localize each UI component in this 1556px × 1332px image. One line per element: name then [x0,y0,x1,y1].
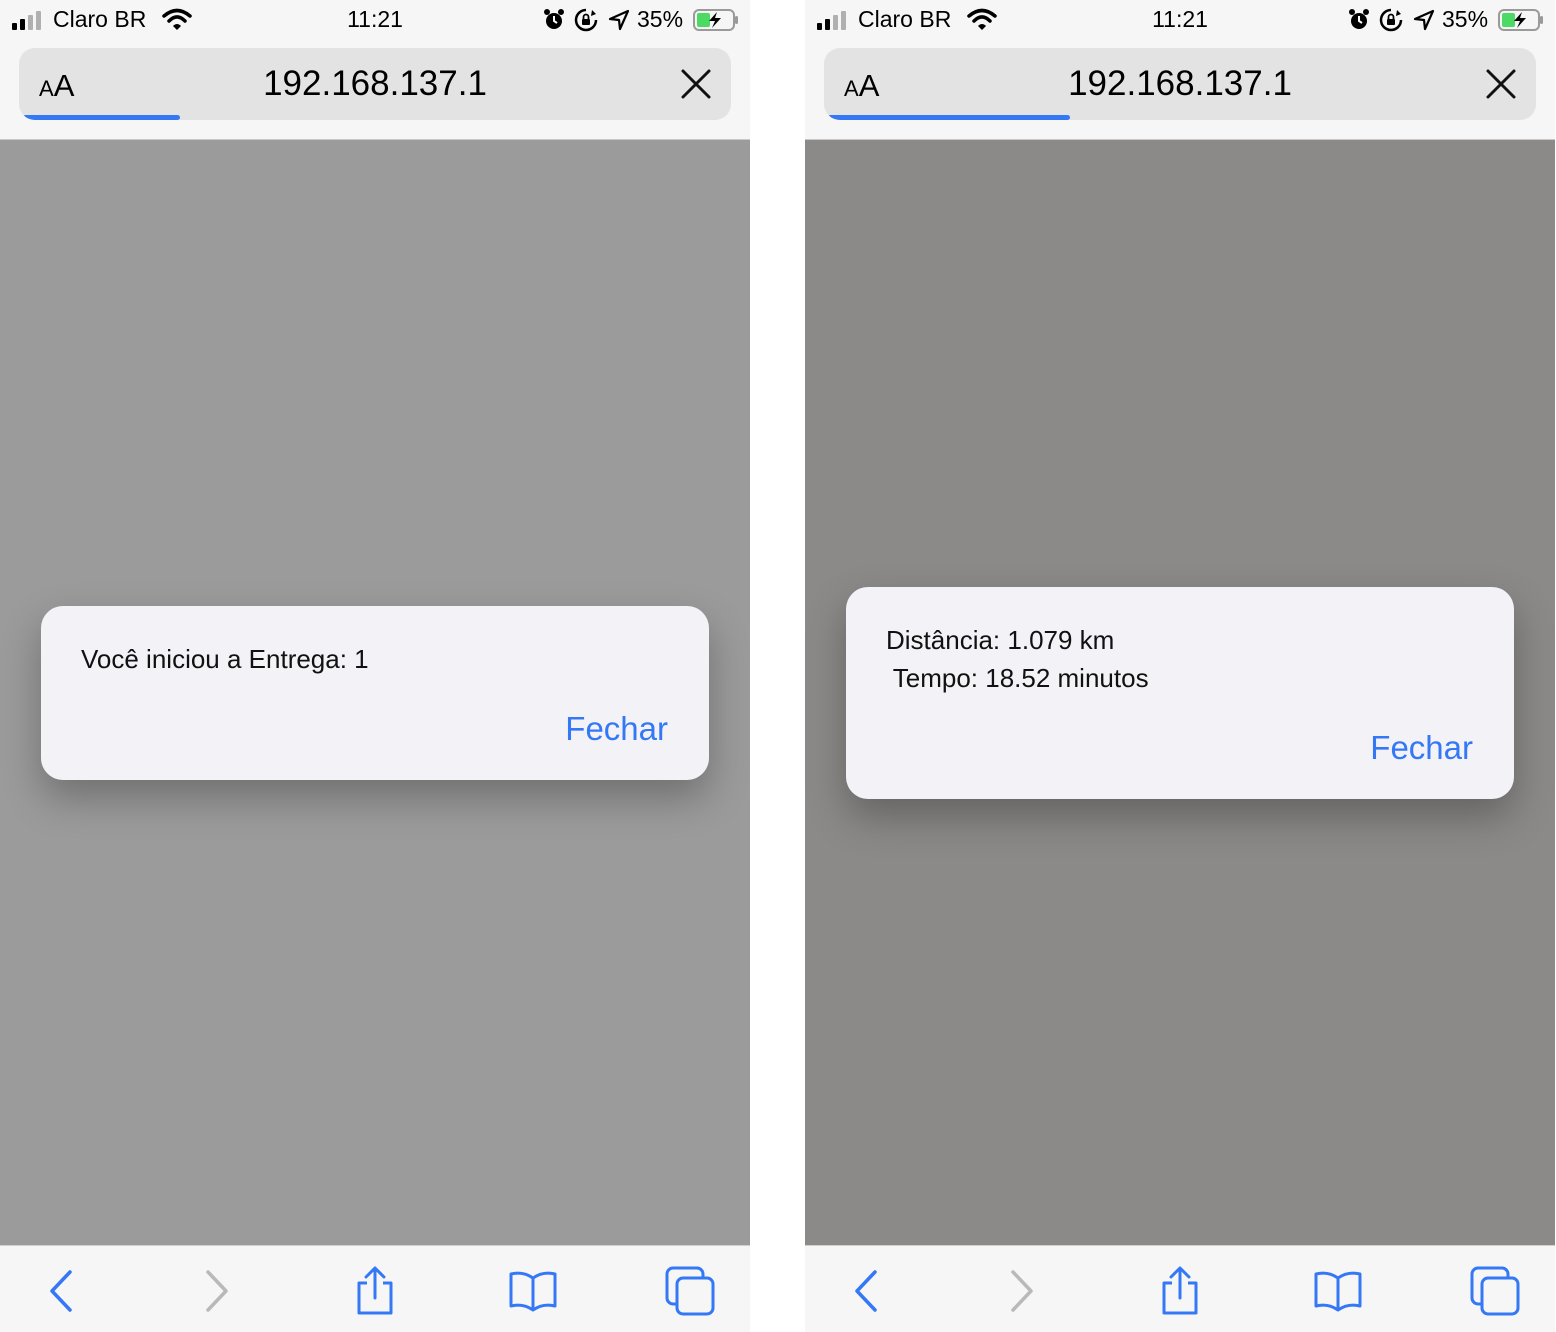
alert-dialog: Distância: 1.079 km Tempo: 18.52 minutos… [846,587,1514,799]
url-text[interactable]: 192.168.137.1 [19,64,731,104]
phone-screen-right: Claro BR 11:21 35% AA 192.168.137.1 Dist… [805,0,1555,1332]
page-load-progress [23,115,180,120]
battery-charging-icon [1498,9,1543,31]
bookmarks-icon[interactable] [1313,1266,1363,1316]
location-arrow-icon [608,9,630,31]
battery-charging-icon [693,9,738,31]
browser-toolbar [805,1245,1555,1332]
share-icon[interactable] [350,1266,400,1316]
alarm-icon [544,9,564,29]
close-icon[interactable] [1484,67,1518,101]
rotation-lock-icon [574,8,598,32]
address-bar[interactable]: AA 192.168.137.1 [824,48,1536,120]
battery-percentage: 35% [1442,6,1489,32]
location-arrow-icon [1413,9,1435,31]
alert-dialog: Você iniciou a Entrega: 1 Fechar [41,606,709,780]
back-icon[interactable] [841,1266,891,1316]
alert-message: Você iniciou a Entrega: 1 [81,644,369,674]
page-load-progress [828,115,1070,120]
phone-screen-left: Claro BR 11:21 35% AA 192.168.137.1 Você… [0,0,750,1332]
alarm-icon [1349,9,1369,29]
forward-icon[interactable] [997,1266,1047,1316]
alert-message: Distância: 1.079 km Tempo: 18.52 minutos [886,625,1149,693]
close-icon[interactable] [679,67,713,101]
tabs-icon[interactable] [665,1266,715,1316]
forward-icon[interactable] [192,1266,242,1316]
close-alert-button[interactable]: Fechar [1370,729,1473,767]
browser-toolbar [0,1245,750,1332]
tabs-icon[interactable] [1470,1266,1520,1316]
bookmarks-icon[interactable] [508,1266,558,1316]
share-icon[interactable] [1155,1266,1205,1316]
close-alert-button[interactable]: Fechar [565,710,668,748]
rotation-lock-icon [1379,8,1403,32]
battery-percentage: 35% [637,6,684,32]
url-text[interactable]: 192.168.137.1 [824,64,1536,104]
address-bar[interactable]: AA 192.168.137.1 [19,48,731,120]
status-bar: Claro BR 11:21 35% [805,0,1555,40]
back-icon[interactable] [36,1266,86,1316]
status-bar: Claro BR 11:21 35% [0,0,750,40]
